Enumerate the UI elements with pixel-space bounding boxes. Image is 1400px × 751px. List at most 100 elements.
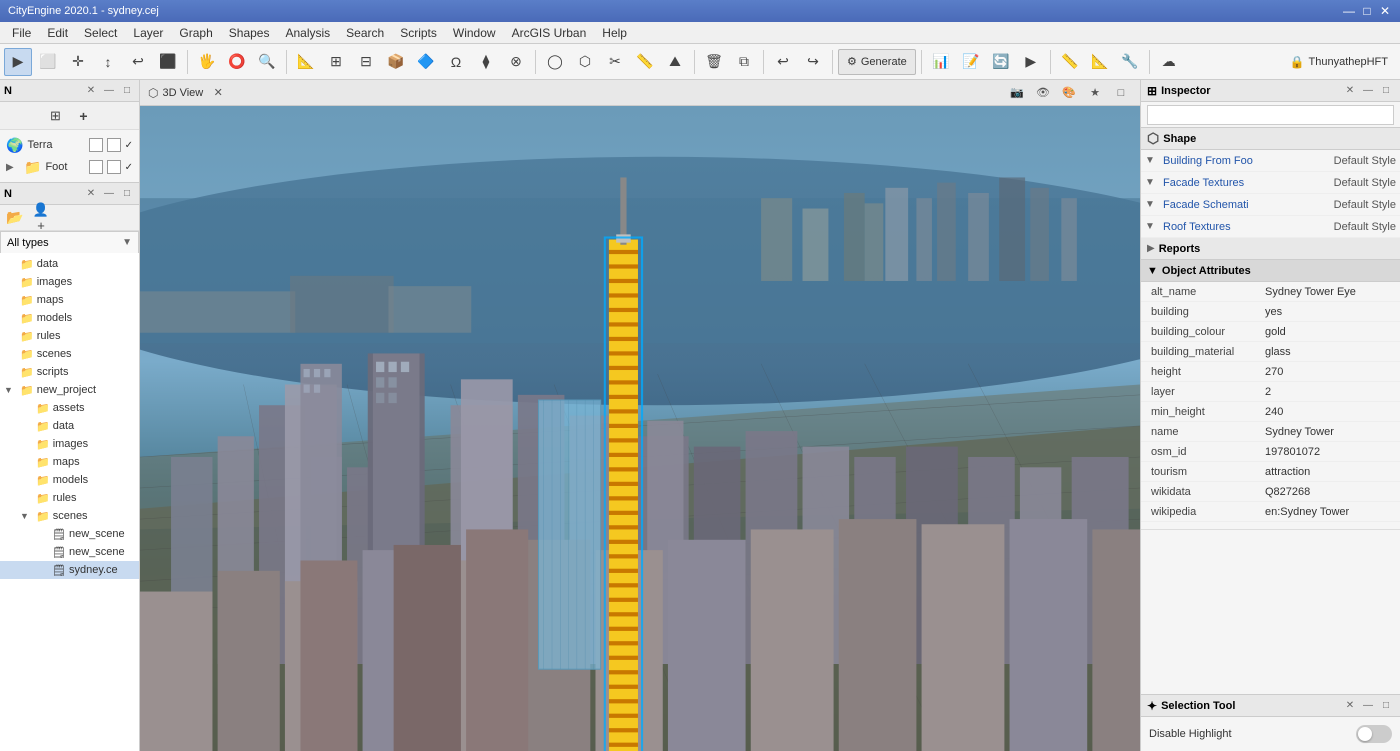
style-collapse-0[interactable]: ▼ xyxy=(1145,155,1159,166)
knife-button[interactable]: ✂ xyxy=(601,48,629,76)
menu-item-graph[interactable]: Graph xyxy=(171,24,220,42)
selection-maximize-button[interactable]: □ xyxy=(1378,698,1394,714)
terra-visibility[interactable] xyxy=(89,138,103,152)
select-tool-button[interactable]: ▶ xyxy=(4,48,32,76)
navigator-minimize-button[interactable]: — xyxy=(101,83,117,99)
maximize-button[interactable]: □ xyxy=(1360,4,1374,18)
viewport-content[interactable] xyxy=(140,106,1140,751)
finder-folder-button[interactable]: 📂 xyxy=(4,208,26,228)
menu-item-arcgis-urban[interactable]: ArcGIS Urban xyxy=(504,24,595,42)
style-name-2[interactable]: Facade Schemati xyxy=(1159,199,1334,211)
nav-layers-button[interactable]: ⊞ xyxy=(44,105,68,127)
style-collapse-3[interactable]: ▼ xyxy=(1145,221,1159,232)
style-name-1[interactable]: Facade Textures xyxy=(1159,177,1334,189)
delete-button[interactable]: 🗑 xyxy=(700,48,728,76)
menu-item-file[interactable]: File xyxy=(4,24,39,42)
foot-check[interactable]: ✓ xyxy=(125,162,133,173)
close-button[interactable]: ✕ xyxy=(1378,4,1392,18)
menu-item-layer[interactable]: Layer xyxy=(125,24,171,42)
path-button[interactable]: Ω xyxy=(442,48,470,76)
tree-item-10[interactable]: 📁images xyxy=(0,435,139,453)
viewport-render-button[interactable]: 🎨 xyxy=(1058,83,1080,103)
tree-item-3[interactable]: 📁models xyxy=(0,309,139,327)
circle-button[interactable]: ◯ xyxy=(541,48,569,76)
play-button[interactable]: ▶ xyxy=(1017,48,1045,76)
style-collapse-2[interactable]: ▼ xyxy=(1145,199,1159,210)
layer-terra[interactable]: 🌍 Terra ✓ xyxy=(4,134,135,156)
minimize-button[interactable]: — xyxy=(1342,4,1356,18)
report-button[interactable]: 📊 xyxy=(927,48,955,76)
menu-item-edit[interactable]: Edit xyxy=(39,24,76,42)
style-name-3[interactable]: Roof Textures xyxy=(1159,221,1334,233)
tree-item-4[interactable]: 📁rules xyxy=(0,327,139,345)
tree-item-0[interactable]: 📁data xyxy=(0,255,139,273)
shape-button[interactable]: 🔷 xyxy=(412,48,440,76)
viewport-bookmark-button[interactable]: ★ xyxy=(1084,83,1106,103)
tree-item-17[interactable]: 🗒sydney.ce xyxy=(0,561,139,579)
weather-button[interactable]: ☁ xyxy=(1155,48,1183,76)
layer-foot[interactable]: ▶ 📁 Foot ✓ xyxy=(4,156,135,178)
undo-button[interactable]: ↩ xyxy=(124,48,152,76)
lot-button[interactable]: ⧫ xyxy=(472,48,500,76)
script-button[interactable]: 📝 xyxy=(957,48,985,76)
extrude-button[interactable]: 📦 xyxy=(382,48,410,76)
undo2-button[interactable]: ↩ xyxy=(769,48,797,76)
poly-button[interactable]: ⬡ xyxy=(571,48,599,76)
tree-item-8[interactable]: 📁assets xyxy=(0,399,139,417)
tree-item-16[interactable]: 🗒new_scene xyxy=(0,543,139,561)
redo-button[interactable]: ⬛ xyxy=(154,48,182,76)
terrain-button[interactable]: ⛰ xyxy=(661,48,689,76)
tree-item-1[interactable]: 📁images xyxy=(0,273,139,291)
duplicate-button[interactable]: ⧉ xyxy=(730,48,758,76)
inspector-maximize-button[interactable]: □ xyxy=(1378,83,1394,99)
zoom-button[interactable]: 🔍 xyxy=(253,48,281,76)
viewport-fullscreen-button[interactable]: □ xyxy=(1110,83,1132,103)
ruler2-button[interactable]: 📐 xyxy=(1086,48,1114,76)
selection-minimize-button[interactable]: — xyxy=(1360,698,1376,714)
push-tool-button[interactable]: ↕ xyxy=(94,48,122,76)
inspector-search-input[interactable] xyxy=(1147,105,1394,125)
ruler-button[interactable]: 📏 xyxy=(1056,48,1084,76)
finder-new-button[interactable]: 👤+ xyxy=(30,208,52,228)
menu-item-search[interactable]: Search xyxy=(338,24,392,42)
inspector-close-button[interactable]: ✕ xyxy=(1342,83,1358,99)
pan-button[interactable]: 🖐 xyxy=(193,48,221,76)
attributes-header[interactable]: ▼ Object Attributes xyxy=(1141,260,1400,282)
menu-item-window[interactable]: Window xyxy=(445,24,504,42)
navigator-maximize-button[interactable]: □ xyxy=(119,83,135,99)
foot-visibility[interactable] xyxy=(89,160,103,174)
menu-item-scripts[interactable]: Scripts xyxy=(392,24,445,42)
refresh-button[interactable]: 🔄 xyxy=(987,48,1015,76)
finder-maximize-button[interactable]: □ xyxy=(119,186,135,202)
disable-highlight-toggle[interactable] xyxy=(1356,725,1392,743)
menu-item-select[interactable]: Select xyxy=(76,24,125,42)
terra-vis2[interactable] xyxy=(107,138,121,152)
tree-item-13[interactable]: 📁rules xyxy=(0,489,139,507)
menu-item-shapes[interactable]: Shapes xyxy=(221,24,278,42)
finder-minimize-button[interactable]: — xyxy=(101,186,117,202)
style-collapse-1[interactable]: ▼ xyxy=(1145,177,1159,188)
tree-item-12[interactable]: 📁models xyxy=(0,471,139,489)
selection-close-button[interactable]: ✕ xyxy=(1342,698,1358,714)
foot-vis2[interactable] xyxy=(107,160,121,174)
nav-add-button[interactable]: + xyxy=(72,105,96,127)
tree-item-6[interactable]: 📁scripts xyxy=(0,363,139,381)
tree-item-2[interactable]: 📁maps xyxy=(0,291,139,309)
box-select-button[interactable]: ⬜ xyxy=(34,48,62,76)
tree-item-11[interactable]: 📁maps xyxy=(0,453,139,471)
tree-item-15[interactable]: 🗒new_scene xyxy=(0,525,139,543)
tree-item-7[interactable]: ▼📁new_project xyxy=(0,381,139,399)
align-button[interactable]: ⊞ xyxy=(322,48,350,76)
rotate-button[interactable]: ⭕ xyxy=(223,48,251,76)
redo2-button[interactable]: ↪ xyxy=(799,48,827,76)
inspector-minimize-button[interactable]: — xyxy=(1360,83,1376,99)
tree-item-5[interactable]: 📁scenes xyxy=(0,345,139,363)
snap-button[interactable]: 📐 xyxy=(292,48,320,76)
distribute-button[interactable]: ⊟ xyxy=(352,48,380,76)
finder-type-filter[interactable]: All types ▼ xyxy=(0,231,139,253)
viewport-close-button[interactable]: ✕ xyxy=(207,83,229,103)
menu-item-analysis[interactable]: Analysis xyxy=(277,24,338,42)
ruler3-button[interactable]: 🔧 xyxy=(1116,48,1144,76)
street-button[interactable]: ⊗ xyxy=(502,48,530,76)
style-name-0[interactable]: Building From Foo xyxy=(1159,155,1334,167)
